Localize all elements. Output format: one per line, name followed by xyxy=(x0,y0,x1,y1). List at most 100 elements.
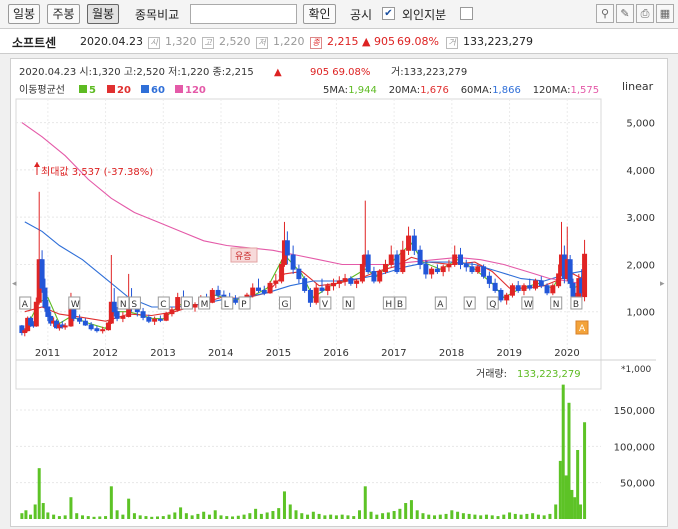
candle-body xyxy=(463,263,469,268)
candle-body xyxy=(475,266,481,273)
volume-bar xyxy=(427,514,431,519)
high-badge: 고 xyxy=(202,35,214,49)
scroll-right-icon[interactable]: ▸ xyxy=(660,279,668,299)
compare-input[interactable] xyxy=(190,4,297,24)
x-tick-label: 2016 xyxy=(323,348,348,359)
candle-body xyxy=(42,287,48,308)
ma-values: 5MA: 1,944 20MA: 1,676 60MA: 1,866 120MA: 1,575 xyxy=(323,85,599,96)
compare-label: 종목비교 xyxy=(135,8,180,22)
volume-bar xyxy=(52,514,56,519)
tab-monthly[interactable]: 월봉 xyxy=(87,4,119,24)
latest-flag[interactable]: A xyxy=(575,320,589,335)
candle-body xyxy=(215,289,221,296)
volume-bar xyxy=(161,516,165,519)
disclosure-tag: P xyxy=(238,296,251,310)
ma-legend-label: 5 xyxy=(89,85,96,96)
volume-bar xyxy=(513,513,517,519)
ma-legend-swatch xyxy=(107,85,115,93)
ma-legend-swatch xyxy=(175,85,183,93)
pin-icon[interactable]: ⚲ xyxy=(596,4,614,23)
ma-legend-swatch xyxy=(141,85,149,93)
volume-bar xyxy=(86,516,90,519)
volume-bar xyxy=(450,510,454,519)
volume-bar xyxy=(207,514,211,519)
disclosure-tag-letter: N xyxy=(120,300,127,310)
disclosure-tags[interactable]: AWNSCDMLPGVNHBAVQWNB xyxy=(19,296,583,310)
volume-bar xyxy=(75,513,79,519)
volume-bar xyxy=(461,513,465,519)
chart-summary: 2020.04.23 시:1,320 고:2,520 저:1,220 종:2,2… xyxy=(19,66,254,78)
candle-body xyxy=(567,259,573,284)
candle-body xyxy=(371,271,377,282)
disclosure-tag: V xyxy=(463,296,476,310)
candle-body xyxy=(169,309,175,315)
disclosure-tag-letter: H xyxy=(385,300,392,310)
max-annotation: 최대값 3,537 (-37.38%) xyxy=(34,162,153,178)
price-panel-frame xyxy=(15,98,602,390)
ma-legend-label: 120 xyxy=(185,85,206,96)
volume-bar xyxy=(340,514,344,519)
ma-value: 1,866 xyxy=(492,85,521,96)
ma-value: 1,575 xyxy=(571,85,600,96)
candle-body xyxy=(434,268,440,273)
price-tick-label: 2,000 xyxy=(626,260,655,271)
volume-bar xyxy=(132,513,136,519)
chart-panel: 2020.04.23 시:1,320 고:2,520 저:1,220 종:2,2… xyxy=(10,58,668,527)
volume-bar xyxy=(265,512,269,519)
high-value: 2,520 xyxy=(219,35,251,48)
volume-bar xyxy=(542,515,546,519)
edit-icon[interactable]: ✎ xyxy=(616,4,634,23)
disclosure-tag: C xyxy=(157,296,170,310)
disclosure-tag-letter: L xyxy=(224,300,229,310)
candle-body xyxy=(527,285,533,289)
volume-bar xyxy=(573,497,577,519)
max-value-label: 최대값 3,537 (-37.38%) xyxy=(41,166,153,178)
candle-body xyxy=(556,273,562,287)
close-badge: 종 xyxy=(310,35,322,49)
volume-value: 133,223,279 xyxy=(463,35,533,48)
volume-bar xyxy=(109,486,113,519)
grid-icon[interactable]: ▦ xyxy=(656,4,674,23)
change-value: 905 xyxy=(374,35,395,48)
candle-body xyxy=(307,289,313,303)
disclosure-tag: W xyxy=(521,296,534,310)
candle-body xyxy=(100,329,106,332)
scale-label[interactable]: linear xyxy=(622,80,654,93)
x-tick-label: 2011 xyxy=(35,348,60,359)
candle-body xyxy=(105,322,111,331)
disclosure-tag: N xyxy=(342,296,355,310)
candle-body xyxy=(296,268,302,280)
tab-daily[interactable]: 일봉 xyxy=(8,4,40,24)
print-icon[interactable]: ⎙ xyxy=(636,4,654,23)
event-flag[interactable]: 유증 xyxy=(230,247,258,263)
disclosure-checkbox[interactable]: ✔ xyxy=(382,7,395,20)
x-tick-label: 2019 xyxy=(497,348,522,359)
confirm-button[interactable]: 확인 xyxy=(303,4,336,24)
ma-title: 이동평균선 xyxy=(19,84,65,96)
tab-weekly[interactable]: 주봉 xyxy=(47,4,80,24)
volume-bar xyxy=(306,514,310,519)
foreign-checkbox[interactable] xyxy=(460,7,473,20)
disclosure-tag-letter: M xyxy=(201,300,209,310)
volume-bar xyxy=(576,450,580,519)
open-badge: 시 xyxy=(148,35,160,49)
volume-bar xyxy=(398,508,402,519)
ma-value-label: 20MA: xyxy=(389,85,420,96)
x-tick-label: 2012 xyxy=(93,348,118,359)
volume-bar xyxy=(496,516,500,519)
candle-body xyxy=(256,287,262,291)
candle-body xyxy=(45,306,51,317)
volume-bar xyxy=(202,511,206,519)
disclosure-tag: N xyxy=(117,296,130,310)
stock-chart[interactable]: 2020.04.23 시:1,320 고:2,520 저:1,220 종:2,2… xyxy=(11,59,667,526)
volume-bar xyxy=(346,515,350,519)
candle-body xyxy=(440,266,446,273)
x-axis: 2011 2012 2013 2014 2015 2016 2017 2018 2019 2020 xyxy=(35,348,580,359)
volume-bar xyxy=(144,516,148,519)
volume-bar xyxy=(484,514,488,519)
scroll-left-icon[interactable]: ◂ xyxy=(12,279,20,299)
candle-body xyxy=(388,254,394,265)
candle-body xyxy=(429,268,435,275)
volume-bar xyxy=(156,516,160,519)
volume-bar xyxy=(294,510,298,519)
